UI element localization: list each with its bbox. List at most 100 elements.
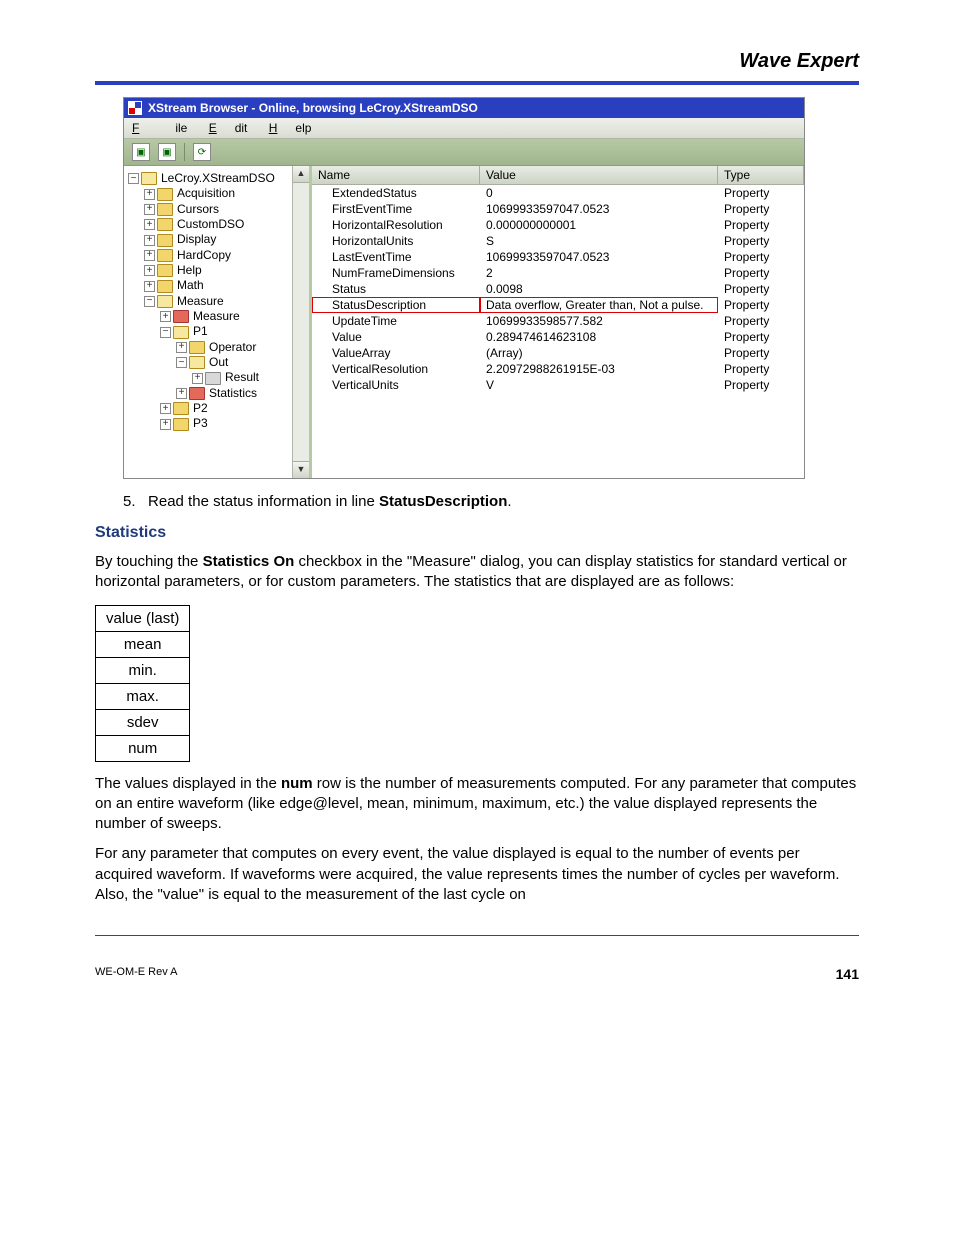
tree-item-result[interactable]: Result — [225, 370, 259, 384]
property-row[interactable]: UpdateTime10699933598577.582Property — [312, 313, 804, 329]
prop-type: Property — [718, 281, 804, 297]
property-row[interactable]: Status0.0098Property — [312, 281, 804, 297]
prop-type: Property — [718, 377, 804, 393]
prop-value: 10699933597047.0523 — [480, 249, 718, 265]
expand-icon[interactable]: + — [144, 265, 155, 276]
property-row[interactable]: HorizontalUnitsSProperty — [312, 233, 804, 249]
prop-type: Property — [718, 217, 804, 233]
tree-item-p1[interactable]: P1 — [193, 324, 208, 338]
collapse-icon[interactable]: − — [128, 173, 139, 184]
step-text: Read the status information in line — [148, 493, 379, 510]
refresh-icon[interactable]: ⟳ — [193, 143, 211, 161]
tree-item[interactable]: P2 — [193, 401, 208, 415]
menu-file[interactable]: File — [132, 121, 187, 135]
menu-help[interactable]: Help — [269, 121, 312, 135]
tree-item[interactable]: HardCopy — [177, 248, 231, 262]
property-list: ExtendedStatus0PropertyFirstEventTime106… — [312, 185, 804, 478]
tree-item[interactable]: CustomDSO — [177, 217, 244, 231]
property-row[interactable]: Value0.289474614623108Property — [312, 329, 804, 345]
toolbar-icon-1[interactable]: ▣ — [132, 143, 150, 161]
tree-item[interactable]: Display — [177, 232, 216, 246]
prop-name: StatusDescription — [312, 297, 480, 313]
expand-icon[interactable]: + — [144, 281, 155, 292]
section-statistics: Statistics — [95, 524, 859, 542]
tree-item-measure[interactable]: Measure — [177, 294, 224, 308]
scrollbar[interactable]: ▲ ▼ — [292, 166, 309, 478]
expand-icon[interactable]: + — [192, 373, 203, 384]
stat-row: min. — [96, 657, 190, 683]
properties-pane: Name Value Type ExtendedStatus0PropertyF… — [312, 166, 804, 478]
property-row[interactable]: LastEventTime10699933597047.0523Property — [312, 249, 804, 265]
prop-value: 0.289474614623108 — [480, 329, 718, 345]
status-description-ref: StatusDescription — [379, 493, 507, 510]
scroll-up-icon[interactable]: ▲ — [293, 166, 309, 183]
tree-item-out[interactable]: Out — [209, 355, 228, 369]
tree-item[interactable]: Acquisition — [177, 186, 235, 200]
folder-icon — [157, 280, 173, 293]
folder-icon — [173, 418, 189, 431]
toolbar-icon-2[interactable]: ▣ — [158, 143, 176, 161]
property-row[interactable]: VerticalResolution2.20972988261915E-03Pr… — [312, 361, 804, 377]
expand-icon[interactable]: + — [160, 403, 171, 414]
prop-value: (Array) — [480, 345, 718, 361]
column-value[interactable]: Value — [480, 166, 718, 184]
prop-value: 2.20972988261915E-03 — [480, 361, 718, 377]
scroll-track[interactable] — [293, 183, 309, 461]
expand-icon[interactable]: + — [144, 250, 155, 261]
prop-name: VerticalUnits — [312, 377, 480, 393]
collapse-icon[interactable]: − — [176, 357, 187, 368]
prop-value: V — [480, 377, 718, 393]
expand-icon[interactable]: + — [144, 219, 155, 230]
folder-icon — [141, 172, 157, 185]
expand-icon[interactable]: + — [160, 419, 171, 430]
prop-value: 10699933598577.582 — [480, 313, 718, 329]
prop-type: Property — [718, 233, 804, 249]
header-rule — [95, 81, 859, 85]
prop-name: HorizontalUnits — [312, 233, 480, 249]
footer-rule — [95, 935, 859, 936]
tree-item[interactable]: Statistics — [209, 386, 257, 400]
title-bar: XStream Browser - Online, browsing LeCro… — [124, 98, 804, 118]
column-type[interactable]: Type — [718, 166, 804, 184]
tree-item[interactable]: Math — [177, 278, 204, 292]
property-row[interactable]: VerticalUnitsVProperty — [312, 377, 804, 393]
prop-name: LastEventTime — [312, 249, 480, 265]
property-row[interactable]: ExtendedStatus0Property — [312, 185, 804, 201]
collapse-icon[interactable]: − — [144, 296, 155, 307]
column-headers: Name Value Type — [312, 166, 804, 185]
expand-icon[interactable]: + — [176, 388, 187, 399]
column-name[interactable]: Name — [312, 166, 480, 184]
xstream-browser-window: XStream Browser - Online, browsing LeCro… — [123, 97, 805, 479]
property-row[interactable]: ValueArray(Array)Property — [312, 345, 804, 361]
folder-icon — [189, 341, 205, 354]
collapse-icon[interactable]: − — [160, 327, 171, 338]
prop-value: S — [480, 233, 718, 249]
expand-icon[interactable]: + — [144, 204, 155, 215]
prop-value: 10699933597047.0523 — [480, 201, 718, 217]
prop-type: Property — [718, 265, 804, 281]
tree-root[interactable]: LeCroy.XStreamDSO — [161, 171, 275, 185]
menu-edit[interactable]: Edit — [209, 121, 248, 135]
prop-type: Property — [718, 361, 804, 377]
expand-icon[interactable]: + — [144, 189, 155, 200]
expand-icon[interactable]: + — [176, 342, 187, 353]
bold-num: num — [281, 775, 313, 792]
property-row[interactable]: FirstEventTime10699933597047.0523Propert… — [312, 201, 804, 217]
tree-item[interactable]: Operator — [209, 340, 256, 354]
property-row[interactable]: HorizontalResolution0.000000000001Proper… — [312, 217, 804, 233]
property-row[interactable]: NumFrameDimensions2Property — [312, 265, 804, 281]
tree-item[interactable]: Help — [177, 263, 202, 277]
expand-icon[interactable]: + — [160, 311, 171, 322]
paragraph-3: For any parameter that computes on every… — [95, 844, 859, 905]
folder-icon — [173, 326, 189, 339]
prop-type: Property — [718, 185, 804, 201]
tree-item[interactable]: Measure — [193, 309, 240, 323]
scroll-down-icon[interactable]: ▼ — [293, 461, 309, 478]
expand-icon[interactable]: + — [144, 235, 155, 246]
tree-item[interactable]: P3 — [193, 416, 208, 430]
bold-statistics-on: Statistics On — [203, 553, 295, 570]
tree[interactable]: − LeCroy.XStreamDSO + Acquisition + Cursors… — [126, 171, 307, 431]
tree-item[interactable]: Cursors — [177, 202, 219, 216]
prop-name: ExtendedStatus — [312, 185, 480, 201]
property-row[interactable]: StatusDescriptionData overflow, Greater … — [312, 297, 804, 313]
